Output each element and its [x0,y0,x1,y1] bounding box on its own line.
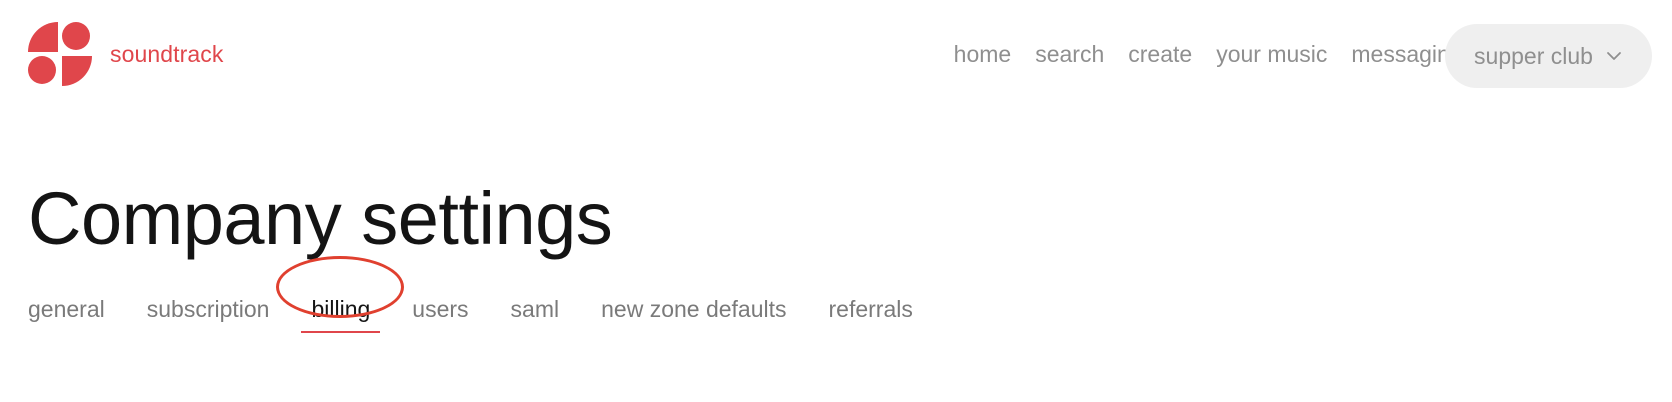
tab-billing-label: billing [311,296,371,322]
tab-billing[interactable]: billing [301,296,381,333]
active-tab-underline [301,331,381,333]
tab-new-zone-defaults[interactable]: new zone defaults [601,296,786,323]
settings-tabs: general subscription billing users saml … [28,296,955,333]
tab-general[interactable]: general [28,296,105,323]
chevron-down-icon [1607,52,1621,60]
tab-referrals[interactable]: referrals [829,296,913,323]
tab-subscription[interactable]: subscription [147,296,270,323]
brand-logo[interactable]: soundtrack [28,22,224,86]
nav-item-your-music[interactable]: your music [1216,41,1327,68]
nav-item-home[interactable]: home [954,41,1012,68]
nav-item-search[interactable]: search [1035,41,1104,68]
brand-name: soundtrack [110,40,224,67]
page-title: Company settings [28,177,613,260]
account-selector-label: supper club [1474,42,1593,69]
soundtrack-logo-icon [28,22,92,86]
nav-item-create[interactable]: create [1128,41,1192,68]
tab-saml[interactable]: saml [511,296,560,323]
account-selector[interactable]: supper club [1445,24,1652,88]
tab-users[interactable]: users [412,296,468,323]
